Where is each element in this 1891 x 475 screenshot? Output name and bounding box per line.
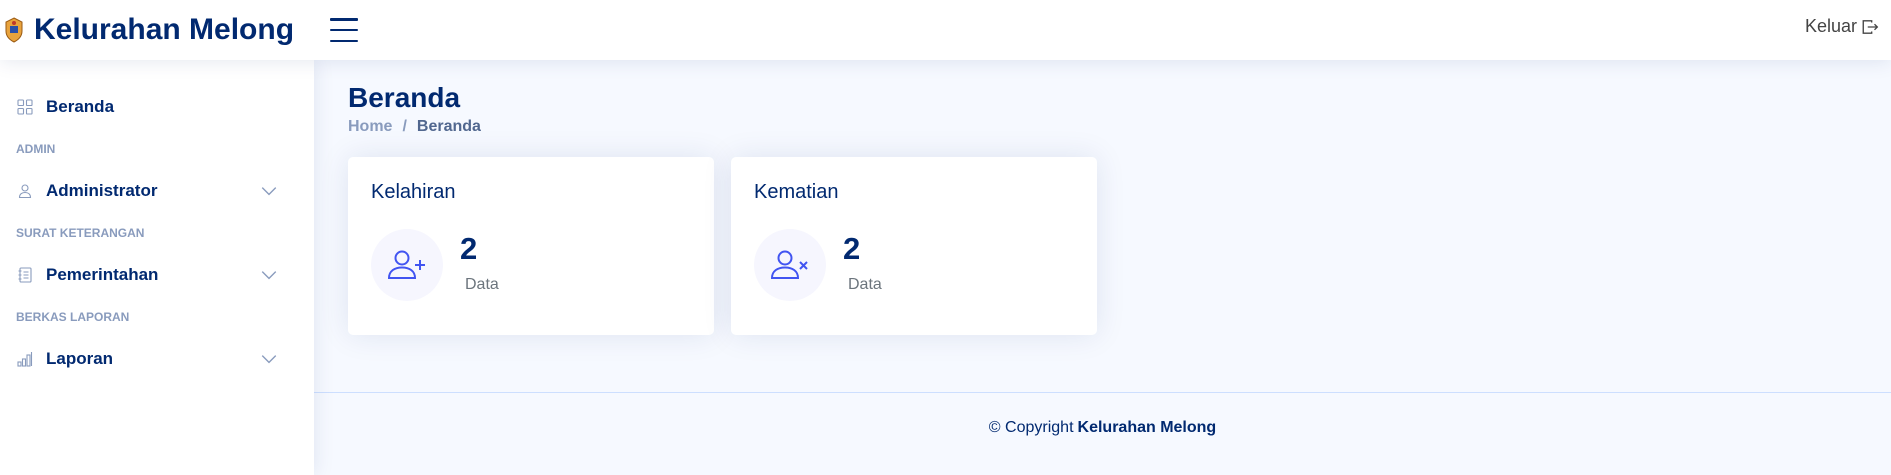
breadcrumb: Home / Beranda	[348, 118, 481, 136]
person-icon	[16, 182, 34, 200]
sidebar-heading-surat-keterangan: SURAT KETERANGAN	[16, 226, 145, 240]
page-title: Beranda	[348, 82, 461, 113]
card-title: Kelahiran	[371, 181, 456, 203]
card-value: 2	[843, 231, 861, 266]
hamburger-icon-line	[330, 18, 358, 21]
sidebar-item-administrator[interactable]: Administrator	[0, 172, 314, 210]
breadcrumb-current: Beranda	[416, 118, 481, 135]
sidebar-item-pemerintahan[interactable]: Pemerintahan	[0, 256, 314, 294]
grid-icon	[16, 98, 34, 116]
card-unit: Data	[848, 276, 882, 293]
logo-emblem-icon	[5, 17, 23, 43]
card-title: Kematian	[754, 181, 839, 203]
sidebar-item-label: Laporan	[46, 349, 114, 368]
sidebar-item-label: Pemerintahan	[46, 265, 159, 284]
main-content: Beranda Home / Beranda Kelahiran 2 Data …	[314, 60, 1891, 475]
sidebar-item-label: Administrator	[46, 181, 158, 200]
card-kelahiran: Kelahiran 2 Data	[348, 157, 714, 335]
footer-site-name: Kelurahan Melong	[1077, 419, 1217, 436]
sidebar-toggle-button[interactable]	[330, 18, 358, 42]
chevron-down-icon	[261, 187, 277, 196]
sidebar-item-label: Beranda	[46, 97, 115, 116]
card-kematian: Kematian 2 Data	[731, 157, 1097, 335]
hamburger-icon-line	[330, 28, 358, 32]
footer: © Copyright Kelurahan Melong	[314, 392, 1891, 475]
card-value: 2	[460, 231, 478, 266]
logo[interactable]: Kelurahan Melong	[0, 13, 320, 47]
sidebar-item-laporan[interactable]: Laporan	[0, 340, 314, 378]
chevron-down-icon	[261, 355, 277, 364]
sidebar-item-beranda[interactable]: Beranda	[0, 88, 314, 126]
logout-label: Keluar	[1804, 16, 1857, 36]
sidebar: Beranda ADMIN Administrator SURAT KETERA…	[0, 60, 314, 475]
card-unit: Data	[465, 276, 499, 293]
person-plus-icon	[371, 229, 443, 301]
app-title: Kelurahan Melong	[34, 13, 295, 46]
footer-copyright-prefix: © Copyright	[988, 419, 1074, 436]
chevron-down-icon	[261, 271, 277, 280]
journal-icon	[16, 266, 34, 284]
hamburger-icon-line	[330, 39, 358, 42]
sidebar-heading-admin: ADMIN	[16, 142, 56, 156]
box-arrow-right-icon	[1862, 19, 1879, 34]
person-x-icon	[754, 229, 826, 301]
bar-chart-icon	[16, 350, 34, 368]
logout-button[interactable]: Keluar	[1805, 16, 1879, 37]
breadcrumb-separator: /	[402, 118, 407, 135]
top-header: Kelurahan Melong Keluar	[0, 0, 1891, 60]
breadcrumb-home-link[interactable]: Home	[348, 118, 392, 136]
sidebar-heading-berkas-laporan: BERKAS LAPORAN	[16, 310, 130, 324]
